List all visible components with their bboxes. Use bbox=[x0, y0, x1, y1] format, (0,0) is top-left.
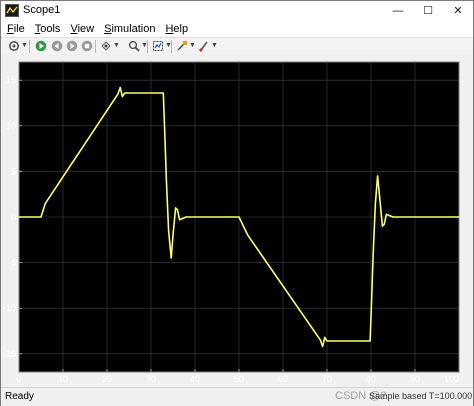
x-tick-label: 70 bbox=[322, 374, 332, 384]
x-tick-label: 80 bbox=[366, 374, 376, 384]
signal-point bbox=[119, 86, 121, 89]
signal-point bbox=[179, 219, 181, 221]
signal-point bbox=[190, 216, 192, 218]
signal-point bbox=[247, 234, 249, 236]
x-tick-label: 0 bbox=[16, 374, 21, 384]
step-forward-icon[interactable] bbox=[65, 39, 79, 53]
cursor-measure-icon[interactable] bbox=[175, 39, 189, 53]
y-tick-label: -5 bbox=[8, 258, 16, 268]
x-tick-label: 40 bbox=[190, 374, 200, 384]
signal-point bbox=[381, 225, 384, 227]
signal-point bbox=[165, 179, 167, 182]
y-tick-label: 5 bbox=[11, 166, 16, 176]
zoom-icon[interactable] bbox=[127, 39, 141, 53]
settings-icon[interactable] bbox=[7, 39, 21, 53]
maximize-icon: ☐ bbox=[423, 5, 433, 17]
scope-app-icon bbox=[5, 4, 19, 17]
scope-window: Scope1 — ☐ ✕ File Tools View Simulation … bbox=[0, 0, 474, 406]
signal-point bbox=[324, 336, 326, 338]
signal-point bbox=[372, 252, 374, 255]
signal-point bbox=[181, 218, 183, 220]
close-icon: ✕ bbox=[453, 5, 463, 17]
x-tick-label: 60 bbox=[278, 374, 288, 384]
signal-point bbox=[185, 216, 187, 218]
signal-point bbox=[379, 198, 381, 200]
signal-point bbox=[322, 345, 324, 348]
signal-point bbox=[18, 216, 20, 218]
signal-point bbox=[388, 214, 390, 216]
signal-point bbox=[175, 207, 177, 209]
signal-point bbox=[396, 216, 398, 218]
x-tick-label: 30 bbox=[146, 374, 156, 384]
title-bar: Scope1 — ☐ ✕ bbox=[1, 1, 473, 20]
signal-point bbox=[374, 202, 376, 204]
menu-simulation[interactable]: Simulation bbox=[98, 23, 159, 35]
signal-point bbox=[326, 340, 328, 342]
highlight-icon[interactable] bbox=[99, 39, 113, 53]
toolbar-separator bbox=[171, 40, 172, 53]
signal-point bbox=[170, 257, 172, 259]
signal-point bbox=[370, 316, 372, 318]
signal-point bbox=[162, 92, 164, 94]
menu-help[interactable]: Help bbox=[159, 23, 192, 35]
status-bar: Ready CSDN @2 Sample based T=100.000 bbox=[1, 387, 473, 406]
signal-point bbox=[172, 234, 174, 236]
status-ready-text: Ready bbox=[5, 391, 34, 402]
measure-dropdown-icon[interactable]: ▼ bbox=[189, 39, 196, 53]
signal-point bbox=[319, 339, 321, 341]
x-tick-label: 10 bbox=[58, 374, 68, 384]
step-back-icon[interactable] bbox=[50, 39, 64, 53]
style-dropdown-icon[interactable]: ▼ bbox=[211, 39, 218, 53]
stop-icon[interactable] bbox=[80, 39, 94, 53]
x-tick-label: 100 bbox=[444, 374, 459, 384]
minimize-icon: — bbox=[392, 4, 404, 17]
toolbar-separator bbox=[147, 40, 148, 53]
menu-file[interactable]: File bbox=[1, 23, 29, 35]
signal-point bbox=[124, 92, 126, 94]
y-tick-label: -10 bbox=[3, 303, 16, 313]
signal-point bbox=[117, 93, 119, 95]
signal-point bbox=[369, 340, 371, 342]
signal-point bbox=[383, 223, 385, 225]
maximize-button[interactable]: ☐ bbox=[413, 1, 443, 20]
toolbar-separator bbox=[95, 40, 96, 53]
window-title: Scope1 bbox=[23, 4, 61, 16]
signal-point bbox=[44, 202, 47, 204]
signal-point bbox=[392, 216, 394, 218]
y-tick-label: -15 bbox=[3, 349, 16, 359]
y-tick-label: 15 bbox=[6, 75, 16, 85]
signal-point bbox=[121, 96, 123, 98]
signal-point bbox=[168, 230, 170, 232]
menu-bar: File Tools View Simulation Help bbox=[1, 20, 473, 37]
settings-dropdown-icon[interactable]: ▼ bbox=[21, 39, 28, 53]
scope-axes[interactable]: 0 10 20 30 40 50 60 70 80 90 100151050-5-10-15 bbox=[1, 54, 473, 387]
signal-point bbox=[377, 175, 379, 177]
close-button[interactable]: ✕ bbox=[443, 1, 473, 20]
menu-view[interactable]: View bbox=[64, 23, 98, 35]
signal-point bbox=[176, 209, 178, 211]
x-tick-label: 90 bbox=[410, 374, 420, 384]
menu-tools[interactable]: Tools bbox=[29, 23, 65, 35]
signal-point bbox=[238, 216, 240, 218]
signal-point bbox=[40, 216, 42, 218]
play-icon[interactable] bbox=[34, 39, 48, 53]
y-tick-label: 0 bbox=[11, 212, 16, 222]
signal-point bbox=[242, 225, 244, 227]
y-tick-label: 10 bbox=[6, 121, 16, 131]
minimize-button[interactable]: — bbox=[383, 1, 413, 20]
autoscale-icon[interactable] bbox=[151, 39, 165, 53]
x-tick-label: 20 bbox=[102, 374, 112, 384]
signal-point bbox=[458, 216, 460, 218]
status-sample-time-text: Sample based T=100.000 bbox=[369, 391, 473, 401]
toolbar-separator bbox=[29, 40, 30, 53]
signal-point bbox=[163, 116, 165, 118]
scope-display[interactable]: 0 10 20 30 40 50 60 70 80 90 100 15 10 5 0 -5 -10 -15 bbox=[1, 54, 473, 387]
x-tick-label: 50 bbox=[234, 374, 244, 384]
highlight-dropdown-icon[interactable]: ▼ bbox=[113, 39, 120, 53]
style-icon[interactable] bbox=[197, 39, 211, 53]
signal-point bbox=[385, 213, 387, 215]
